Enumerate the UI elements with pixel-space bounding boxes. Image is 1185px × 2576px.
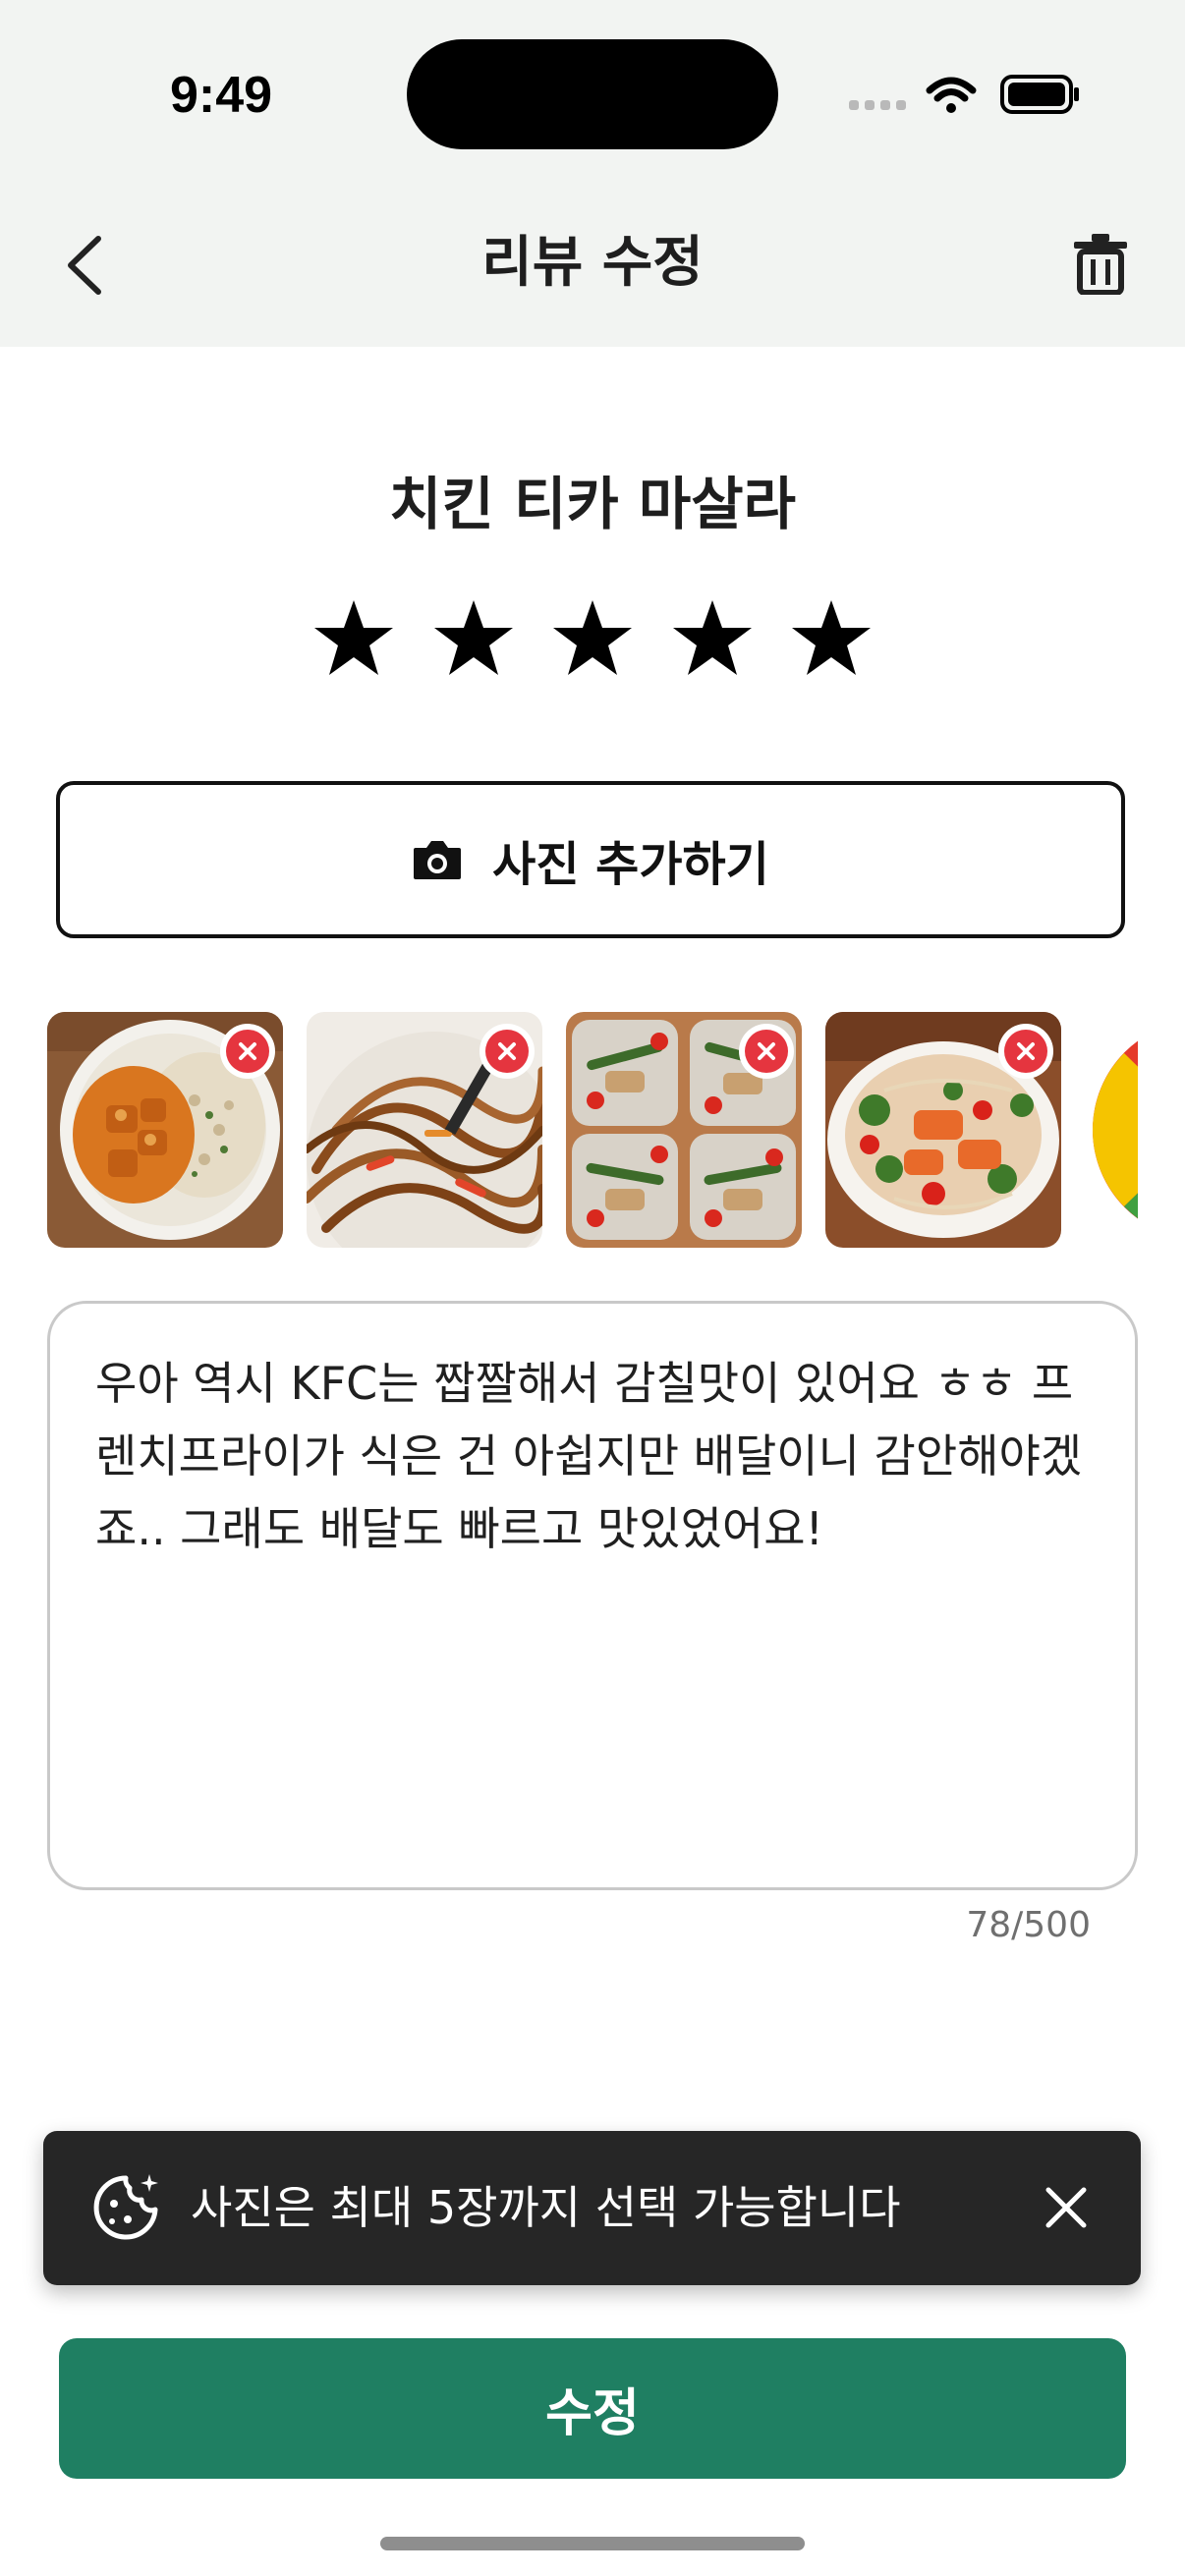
photo-strip[interactable] xyxy=(47,1012,1138,1248)
submit-button[interactable]: 수정 xyxy=(59,2338,1126,2479)
delete-button[interactable] xyxy=(1061,224,1140,303)
star-icon xyxy=(553,600,632,675)
review-textarea[interactable]: 우아 역시 KFC는 짭짤해서 감칠맛이 있어요 ㅎㅎ 프렌치프라이가 식은 건… xyxy=(47,1301,1138,1890)
camera-icon xyxy=(414,841,462,879)
wifi-icon xyxy=(926,77,977,113)
star-4[interactable] xyxy=(665,590,760,685)
dynamic-island xyxy=(407,39,778,149)
toast: 사진은 최대 5장까지 선택 가능합니다 xyxy=(43,2131,1141,2285)
star-icon xyxy=(672,600,752,675)
photo-thumbnail[interactable] xyxy=(307,1012,542,1248)
remove-photo-button[interactable] xyxy=(220,1024,275,1079)
close-icon xyxy=(1017,1042,1035,1060)
chevron-left-icon xyxy=(68,236,101,295)
toast-message: 사진은 최대 5장까지 선택 가능합니다 xyxy=(191,2181,901,2234)
photo-thumbnail[interactable] xyxy=(566,1012,802,1248)
star-2[interactable] xyxy=(426,590,521,685)
star-3[interactable] xyxy=(545,590,640,685)
cookie-sparkle-icon xyxy=(93,2174,158,2240)
remove-photo-button[interactable] xyxy=(739,1024,794,1079)
photo-thumbnail-partial[interactable] xyxy=(1085,1012,1138,1248)
photo-thumbnail[interactable] xyxy=(47,1012,283,1248)
remove-photo-button[interactable] xyxy=(480,1024,535,1079)
photo-partial xyxy=(1085,1012,1138,1248)
trash-icon xyxy=(1074,234,1127,295)
review-text: 우아 역시 KFC는 짭짤해서 감칠맛이 있어요 ㅎㅎ 프렌치프라이가 식은 건… xyxy=(95,1357,1083,1555)
status-time: 9:49 xyxy=(169,67,273,124)
close-icon xyxy=(1045,2187,1087,2228)
char-count: 78/500 xyxy=(966,1905,1091,1945)
signal-icon xyxy=(849,100,906,110)
close-icon xyxy=(498,1042,516,1060)
star-icon xyxy=(433,600,513,675)
back-button[interactable] xyxy=(49,221,118,309)
star-1[interactable] xyxy=(307,590,401,685)
add-photo-label: 사진 추가하기 xyxy=(492,837,769,892)
home-indicator xyxy=(380,2537,805,2550)
add-photo-button[interactable]: 사진 추가하기 xyxy=(56,781,1125,938)
photo-thumbnail[interactable] xyxy=(825,1012,1061,1248)
status-icons xyxy=(849,75,1079,114)
battery-icon xyxy=(1000,75,1079,114)
star-rating xyxy=(307,590,878,689)
remove-photo-button[interactable] xyxy=(998,1024,1053,1079)
star-icon xyxy=(314,600,393,675)
close-icon xyxy=(239,1042,256,1060)
toast-close-button[interactable] xyxy=(1031,2172,1101,2243)
star-5[interactable] xyxy=(784,590,878,685)
menu-name: 치킨 티카 마살라 xyxy=(389,471,796,537)
star-icon xyxy=(792,600,871,675)
page-title: 리뷰 수정 xyxy=(481,231,704,295)
close-icon xyxy=(758,1042,775,1060)
